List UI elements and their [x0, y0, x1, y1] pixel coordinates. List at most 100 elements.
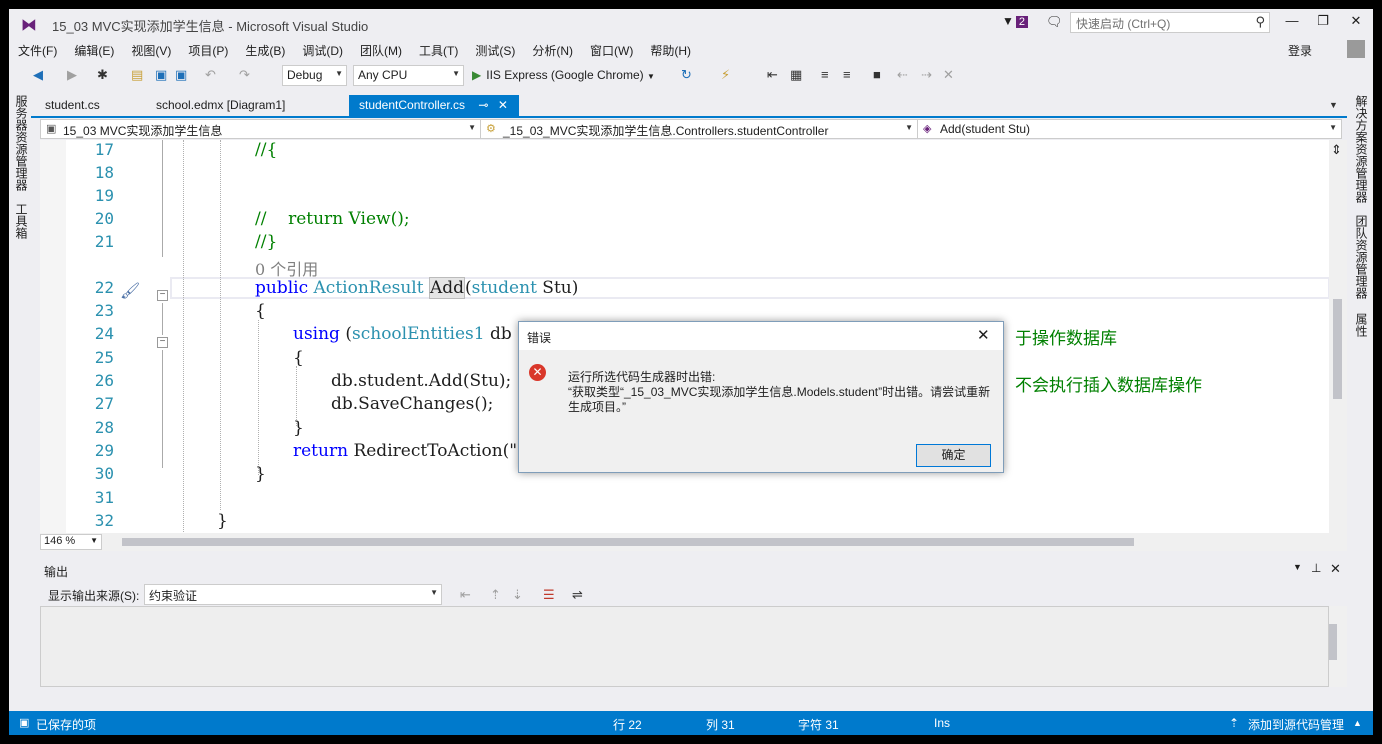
code-rest: db	[484, 324, 512, 344]
menu-team[interactable]: 团队(M)	[351, 39, 410, 62]
menu-tools[interactable]: 工具(T)	[410, 39, 466, 62]
collapse-method-icon[interactable]: −	[157, 290, 168, 301]
open-file-icon[interactable]: ▤	[131, 67, 143, 83]
zoom-select[interactable]: 146 % ▼	[40, 534, 102, 550]
add-to-source-control[interactable]: 添加到源代码管理	[1248, 716, 1344, 733]
class-dropdown[interactable]: ⚙ _15_03_MVC实现添加学生信息.Controllers.student…	[481, 120, 918, 138]
split-icon[interactable]: ⇕	[1331, 142, 1342, 158]
close-button[interactable]: ✕	[1341, 13, 1371, 35]
tab-student-controller[interactable]: studentController.cs ⊸ ✕	[349, 95, 519, 117]
tab-team-explorer[interactable]: 团队资源管理器	[1353, 215, 1370, 299]
project-dropdown[interactable]: ▣ 15_03 MVC实现添加学生信息 ▼	[41, 120, 481, 138]
arrow-up-icon: ⇡	[1229, 716, 1240, 730]
menu-analyze[interactable]: 分析(N)	[523, 39, 581, 62]
find-previous-icon[interactable]: ⇡	[490, 587, 501, 603]
platform-select[interactable]: Any CPU ▼	[353, 65, 464, 86]
code-comment-26-tail: 不会执行插入数据库操作	[1015, 376, 1202, 396]
error-icon: ✕	[529, 364, 546, 381]
indent-guide	[183, 140, 184, 534]
avatar[interactable]	[1347, 40, 1365, 58]
pin-icon[interactable]: ⊥	[1311, 561, 1321, 575]
indent-guide	[296, 366, 297, 426]
output-scroll-thumb[interactable]	[1329, 624, 1337, 660]
chevron-down-icon[interactable]: ▼	[1293, 562, 1302, 572]
code-line-24: using (schoolEntities1 db	[293, 324, 512, 344]
ok-button[interactable]: 确定	[916, 444, 991, 467]
quick-actions-icon[interactable]: 🖌	[120, 281, 140, 301]
member-dropdown[interactable]: ◈ Add(student Stu) ▼	[918, 120, 1341, 138]
tab-school-edmx[interactable]: school.edmx [Diagram1]	[146, 95, 295, 117]
feedback-icon[interactable]: 🗨	[1046, 14, 1063, 30]
redo-icon[interactable]: ↷	[239, 67, 250, 83]
go-to-line-icon[interactable]: ⇤	[460, 587, 471, 603]
keyword-public: public	[255, 278, 309, 298]
menu-project[interactable]: 项目(P)	[179, 39, 236, 62]
editor-hscroll-thumb[interactable]	[122, 538, 1134, 546]
tab-toolbox[interactable]: 工具箱	[13, 203, 30, 239]
code-comment-24-tail: 于操作数据库	[1015, 329, 1117, 349]
csharp-project-icon: ▣	[46, 123, 57, 135]
notifications-button[interactable]: ▼ 2	[1002, 14, 1034, 32]
tab-properties[interactable]: 属性	[1353, 313, 1370, 337]
chevron-down-icon[interactable]: ▼	[1329, 100, 1338, 110]
find-icon[interactable]: ▦	[790, 67, 802, 83]
outline-line	[162, 140, 163, 257]
tab-student-cs[interactable]: student.cs	[35, 95, 110, 117]
chevron-up-icon[interactable]: ▲	[1353, 718, 1362, 728]
tab-underline	[31, 116, 1347, 118]
clear-bookmarks-icon[interactable]: ✕	[943, 67, 954, 83]
collapse-using-icon[interactable]: −	[157, 337, 168, 348]
close-icon[interactable]: ✕	[1330, 561, 1341, 577]
new-project-icon[interactable]: ✱	[97, 67, 108, 83]
save-icon[interactable]: ▣	[155, 67, 167, 83]
find-next-icon[interactable]: ⇣	[512, 587, 523, 603]
step-icon[interactable]: ⇤	[767, 67, 778, 83]
comment-prefix: //	[255, 209, 267, 229]
uncomment-icon[interactable]: ≡	[843, 67, 851, 82]
close-icon[interactable]: ✕	[498, 98, 508, 112]
next-bookmark-icon[interactable]: ⇢	[921, 67, 932, 83]
undo-icon[interactable]: ↶	[205, 67, 216, 83]
code-line-27: db.SaveChanges();	[331, 394, 494, 414]
dialog-close-button[interactable]: ✕	[977, 326, 990, 344]
editor-scroll-thumb[interactable]	[1333, 299, 1342, 399]
menu-test[interactable]: 测试(S)	[466, 39, 523, 62]
menu-bar: 文件(F) 编辑(E) 视图(V) 项目(P) 生成(B) 调试(D) 团队(M) 工具(T)…	[9, 39, 1373, 61]
code-line-25: {	[293, 348, 304, 368]
navigate-back-icon[interactable]: ◀	[33, 67, 43, 83]
quick-launch-input[interactable]: 快速启动 (Ctrl+Q) ⚲	[1070, 12, 1270, 33]
configuration-select[interactable]: Debug ▼	[282, 65, 347, 86]
restore-button[interactable]: ❐	[1308, 13, 1338, 35]
codelens-references[interactable]: 0 个引用	[255, 256, 318, 280]
menu-view[interactable]: 视图(V)	[122, 39, 179, 62]
clear-all-icon[interactable]: ☰	[543, 587, 555, 603]
word-wrap-icon[interactable]: ⇌	[572, 587, 583, 603]
tab-server-explorer[interactable]: 服务器资源管理器	[13, 95, 30, 191]
output-source-select[interactable]: 约束验证 ▼	[144, 584, 442, 605]
save-all-icon[interactable]: ▣	[175, 67, 187, 83]
minimize-button[interactable]: —	[1277, 13, 1307, 35]
browser-link-icon[interactable]: ⚡	[721, 67, 730, 83]
window-title: 15_03 MVC实现添加学生信息 - Microsoft Visual Stu…	[52, 19, 369, 34]
comment-icon[interactable]: ≡	[821, 67, 829, 82]
menu-help[interactable]: 帮助(H)	[641, 39, 699, 62]
start-debugging-button[interactable]: ▶ IIS Express (Google Chrome) ▼	[472, 68, 655, 82]
run-target-label: IIS Express (Google Chrome)	[486, 68, 644, 82]
menu-build[interactable]: 生成(B)	[236, 39, 293, 62]
line-number: 28	[94, 418, 114, 437]
navigate-forward-icon[interactable]: ▶	[67, 67, 77, 83]
tab-solution-explorer[interactable]: 解决方案资源管理器	[1353, 95, 1370, 203]
bookmark-icon[interactable]: ■	[873, 67, 881, 82]
chevron-down-icon: ▼	[430, 588, 438, 597]
sign-in-link[interactable]: 登录	[1288, 42, 1312, 59]
menu-file[interactable]: 文件(F)	[9, 39, 65, 62]
prev-bookmark-icon[interactable]: ⇠	[897, 67, 908, 83]
search-icon: ⚲	[1255, 14, 1265, 29]
menu-debug[interactable]: 调试(D)	[293, 39, 351, 62]
refresh-icon[interactable]: ↻	[681, 67, 692, 83]
pin-icon[interactable]: ⊸	[478, 98, 488, 112]
output-text-area[interactable]	[40, 606, 1329, 687]
menu-edit[interactable]: 编辑(E)	[65, 39, 122, 62]
navigation-bar: ▣ 15_03 MVC实现添加学生信息 ▼ ⚙ _15_03_MVC实现添加学生…	[40, 119, 1342, 139]
menu-window[interactable]: 窗口(W)	[581, 39, 641, 62]
